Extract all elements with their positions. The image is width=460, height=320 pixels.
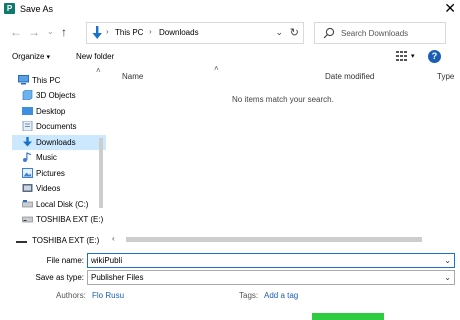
file-name-input[interactable]: wikiPubli ⌄ [87, 253, 455, 268]
save-as-type-row: Save as type: Publisher Files ⌄ [0, 270, 460, 286]
save-button[interactable] [312, 313, 384, 320]
authors-label: Authors: [56, 291, 86, 300]
refresh-icon[interactable]: ↻ [290, 26, 299, 39]
save-as-type-label: Save as type: [35, 273, 84, 282]
up-arrow-icon[interactable]: ↑ [61, 25, 67, 39]
desktop-icon [22, 107, 33, 115]
sidebar-item-label: Documents [36, 122, 77, 131]
search-icon [323, 27, 335, 39]
address-history-chevron-icon[interactable]: ⌄ [275, 27, 283, 38]
title-bar: P Save As ✕ [0, 0, 460, 18]
recent-locations-chevron-icon[interactable]: ⌄ [47, 27, 54, 36]
sidebar-item-label: Downloads [36, 138, 76, 147]
back-arrow-icon[interactable]: ← [10, 25, 22, 39]
new-folder-button[interactable]: New folder [76, 52, 114, 61]
sidebar-item-videos[interactable]: Videos [12, 181, 106, 196]
view-options-icon[interactable] [396, 51, 408, 61]
save-as-type-value: Publisher Files [91, 273, 144, 282]
scrollbar-thumb[interactable] [126, 237, 422, 242]
tags-label: Tags: [239, 291, 259, 300]
usb-drive-icon [16, 241, 27, 243]
sidebar-item-music[interactable]: Music [12, 150, 106, 165]
publisher-app-icon: P [4, 3, 15, 14]
sidebar-item-label: Local Disk (C:) [36, 200, 89, 209]
pictures-icon [22, 168, 33, 178]
sidebar-item-3d-objects[interactable]: 3D Objects [12, 88, 106, 103]
sidebar-item-label: Videos [36, 184, 61, 193]
window-title: Save As [20, 4, 54, 14]
breadcrumb-separator: › [106, 27, 109, 36]
navigation-bar: ← → ⌄ ↑ › This PC › Downloads ⌄ ↻ Search… [0, 22, 460, 44]
metadata-row: Authors: Flo Rusu Tags: Add a tag [0, 290, 460, 304]
sidebar-item-label: This PC [32, 76, 61, 85]
sidebar-item-label: TOSHIBA EXT (E:) [32, 236, 100, 245]
sidebar-item-label: Desktop [36, 107, 66, 116]
chevron-down-icon: ▾ [46, 54, 50, 61]
navigation-pane: This PC 3D Objects Desktop Documents Dow… [12, 70, 108, 230]
address-bar[interactable]: › This PC › Downloads ⌄ ↻ [86, 22, 304, 44]
downloads-icon [23, 137, 32, 147]
file-name-row: File name: wikiPubli ⌄ [0, 253, 460, 269]
column-header-type[interactable]: Type [437, 72, 454, 81]
breadcrumb-this-pc[interactable]: This PC [115, 28, 143, 37]
help-icon[interactable]: ? [428, 50, 441, 63]
add-tag-link[interactable]: Add a tag [264, 291, 298, 300]
sidebar-item-documents[interactable]: Documents [12, 119, 106, 134]
sidebar-item-pictures[interactable]: Pictures [12, 166, 106, 181]
forward-arrow-icon[interactable]: → [28, 25, 40, 39]
monitor-icon [18, 75, 29, 85]
breadcrumb-separator: › [149, 27, 152, 36]
save-as-type-select[interactable]: Publisher Files ⌄ [87, 270, 455, 285]
organize-button[interactable]: Organize ▾ [12, 52, 50, 61]
sidebar-item-label: Music [36, 153, 57, 162]
documents-icon [22, 121, 33, 131]
scrollbar-thumb[interactable] [99, 138, 103, 208]
organize-label: Organize [12, 52, 45, 61]
close-icon[interactable]: ✕ [444, 1, 456, 15]
sidebar-item-label: 3D Objects [36, 91, 76, 100]
view-chevron-down-icon[interactable]: ▾ [411, 52, 415, 60]
column-header-name[interactable]: Name [122, 72, 143, 81]
chevron-down-icon[interactable]: ⌄ [444, 256, 451, 265]
sidebar-item-label: TOSHIBA EXT (E:) [36, 215, 104, 224]
command-bar: Organize ▾ New folder ▾ ? [0, 48, 460, 66]
file-name-value: wikiPubli [91, 256, 123, 265]
file-name-label: File name: [46, 256, 84, 265]
usb-drive-icon [22, 216, 33, 223]
downloads-location-icon [92, 26, 102, 39]
3d-objects-icon [22, 90, 33, 100]
sidebar-item-downloads[interactable]: Downloads [12, 135, 106, 150]
empty-folder-message: No items match your search. [232, 95, 334, 104]
videos-icon [22, 184, 33, 192]
sidebar-item-toshiba-ext-bottom[interactable]: TOSHIBA EXT (E:) [12, 235, 108, 247]
sort-up-icon: ˄ [214, 64, 219, 73]
music-icon [23, 152, 31, 162]
scroll-up-icon[interactable]: ˄ [96, 66, 101, 75]
authors-value[interactable]: Flo Rusu [92, 291, 124, 300]
sidebar-item-this-pc[interactable]: This PC [12, 73, 106, 88]
sidebar-item-local-disk[interactable]: Local Disk (C:) [12, 197, 106, 212]
column-header-date-modified[interactable]: Date modified [325, 72, 374, 81]
search-box[interactable]: Search Downloads [314, 22, 446, 44]
sidebar-item-toshiba-ext[interactable]: TOSHIBA EXT (E:) [12, 212, 106, 227]
file-list-pane: ˄ Name Date modified Type No items match… [112, 64, 460, 234]
sidebar-item-label: Pictures [36, 169, 65, 178]
scroll-left-icon[interactable]: ‹ [112, 234, 115, 243]
drive-icon [22, 200, 33, 208]
sidebar-item-desktop[interactable]: Desktop [12, 104, 106, 119]
navigation-pane-scrollbar[interactable]: ˄ [96, 66, 106, 230]
chevron-down-icon[interactable]: ⌄ [444, 273, 451, 282]
horizontal-scrollbar[interactable]: ‹ [112, 234, 460, 244]
breadcrumb-downloads[interactable]: Downloads [159, 28, 199, 37]
search-placeholder: Search Downloads [341, 29, 409, 38]
